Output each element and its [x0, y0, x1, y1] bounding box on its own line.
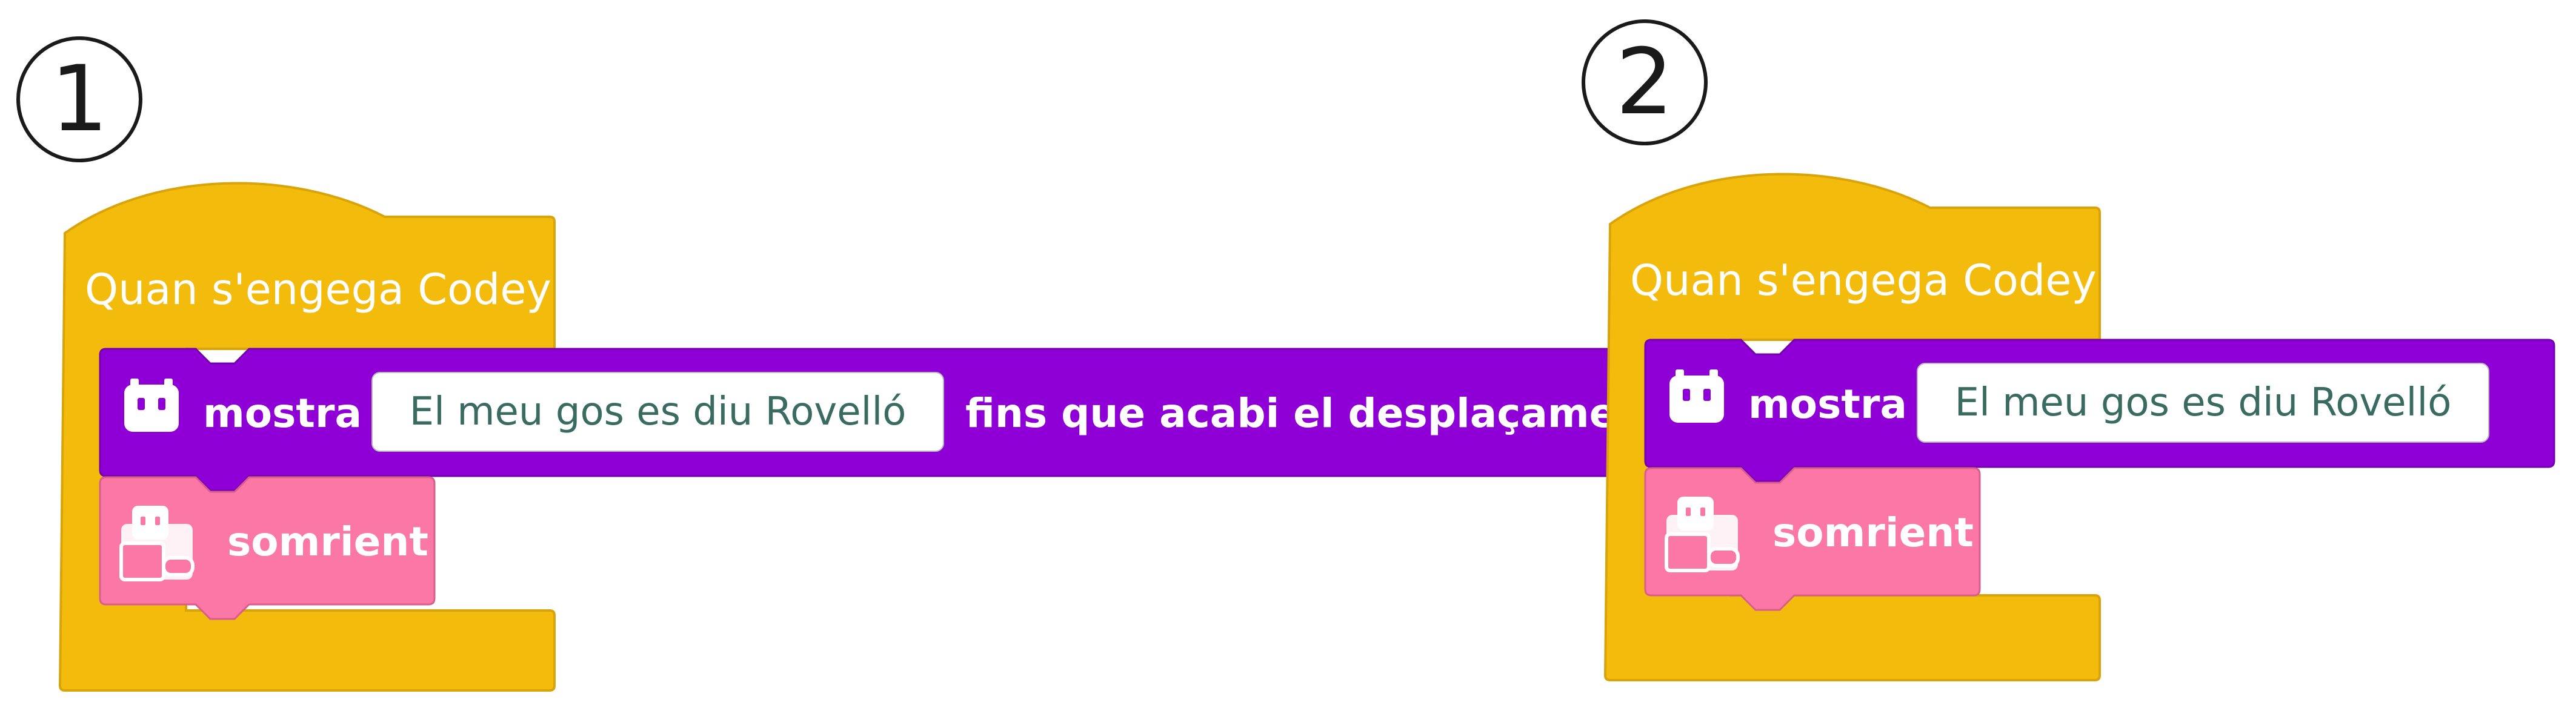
codey-face-icon	[124, 379, 179, 432]
panel-2: 2 Quan s'engega Codey mostra El meu gos …	[1576, 0, 2576, 708]
script-stack-1: Quan s'engega Codey mostra El meu gos es…	[58, 176, 1664, 696]
codey-face-icon	[1669, 369, 1724, 423]
display-text-input-2[interactable]: El meu gos es diu Rovelló	[1917, 363, 2489, 443]
step-number-2: 2	[1582, 19, 1708, 145]
display-block-label-2: mostra	[1748, 381, 1908, 428]
hat-block-label-2: Quan s'engega Codey	[1630, 256, 2097, 305]
face-block-label-1: somrient	[227, 518, 428, 565]
face-block-label-2: somrient	[1772, 509, 1974, 556]
panel-1: 1 Quan s'engega Codey mostra El meu gos …	[0, 0, 1664, 708]
display-text-input-1[interactable]: El meu gos es diu Rovelló	[371, 372, 944, 452]
step-number-1: 1	[16, 36, 142, 162]
script-stack-2: Quan s'engega Codey mostra El meu gos es…	[1603, 167, 2572, 687]
display-block-suffix-1: fins que acabi el desplaçament	[965, 390, 1664, 437]
display-block-label-1: mostra	[203, 390, 362, 437]
hat-block-label-1: Quan s'engega Codey	[85, 265, 551, 314]
